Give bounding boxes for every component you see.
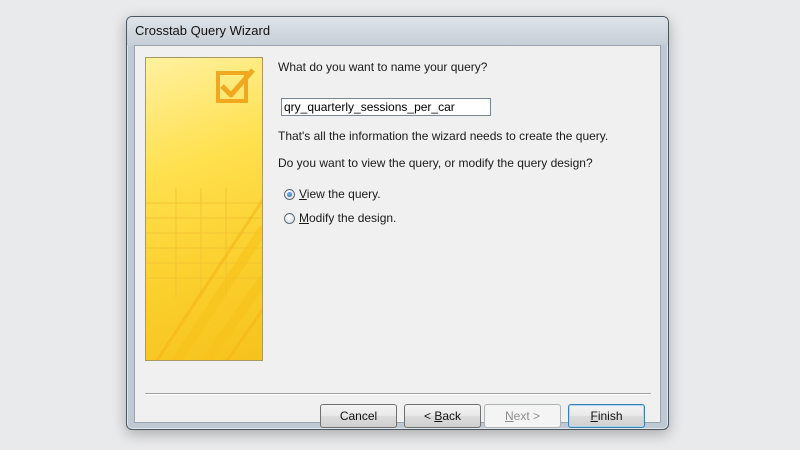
next-button[interactable]: Next > <box>484 404 561 428</box>
checkbox-check-icon <box>146 68 262 360</box>
view-or-modify-prompt: Do you want to view the query, or modify… <box>278 156 593 170</box>
wizard-client-area: What do you want to name your query? Tha… <box>134 45 661 428</box>
modify-design-label[interactable]: Modify the design. <box>299 211 396 225</box>
query-name-input[interactable] <box>281 98 491 116</box>
cancel-button[interactable]: Cancel <box>320 404 397 428</box>
info-text: That's all the information the wizard ne… <box>278 129 609 143</box>
view-query-label[interactable]: View the query. <box>299 187 381 201</box>
back-button[interactable]: < Back <box>404 404 481 428</box>
modify-design-option[interactable]: Modify the design. <box>284 210 396 226</box>
view-query-option[interactable]: View the query. <box>284 186 381 202</box>
button-separator <box>145 393 651 395</box>
view-query-radio[interactable] <box>284 188 295 200</box>
wizard-artwork <box>145 57 263 361</box>
window-title: Crosstab Query Wizard <box>135 23 271 38</box>
finish-button[interactable]: Finish <box>568 404 645 428</box>
wizard-window: Crosstab Query Wizard What do you want t… <box>126 16 669 430</box>
modify-design-radio[interactable] <box>284 212 295 224</box>
title-bar[interactable]: Crosstab Query Wizard <box>127 17 668 45</box>
query-name-prompt: What do you want to name your query? <box>278 60 488 74</box>
